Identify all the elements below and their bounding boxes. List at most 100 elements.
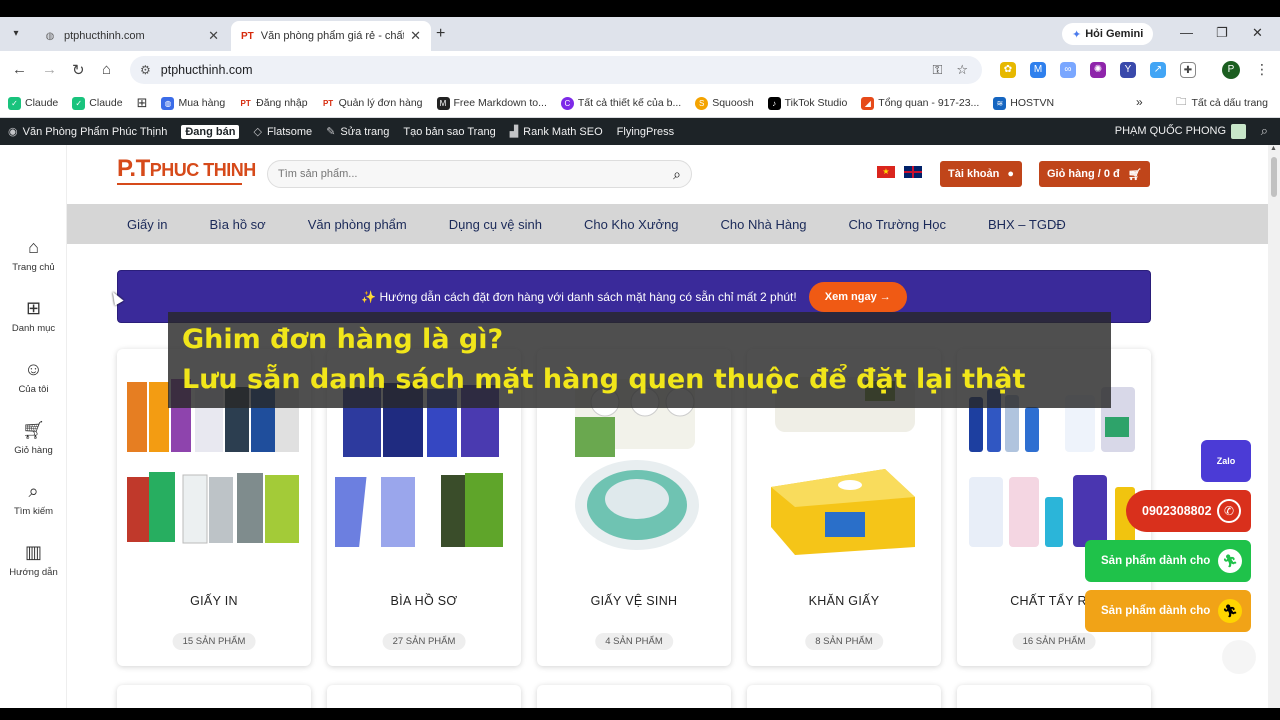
scroll-up-icon[interactable]: ▲ [1270,145,1277,152]
nav-item-bia-ho-so[interactable]: Bìa hồ sơ [209,217,265,232]
category-count: 8 SẢN PHẨM [805,633,883,650]
products-for-green-button[interactable]: Sản phẩm dành cho 🏃︎ [1085,540,1251,582]
cart-button[interactable]: Giỏ hàng / 0 đ 🛒︎ [1039,161,1150,187]
extension-icon[interactable]: M [1030,62,1046,78]
account-button[interactable]: Tài khoản ● [940,161,1022,187]
extension-icon[interactable]: ✺ [1090,62,1106,78]
extensions-puzzle-icon[interactable]: ✚ [1180,62,1196,78]
sidenav-item-cart[interactable]: 🛒︎ Giỏ hàng [0,420,67,456]
banner-text: ✨ Hướng dẫn cách đặt đơn hàng với danh s… [361,289,797,304]
bookmark-star-icon[interactable]: ☆ [956,62,968,78]
address-bar[interactable]: ⚙ ptphucthinh.com ⚿ ☆ [130,56,982,84]
site-logo[interactable]: P.TPHUC THINH [117,155,256,183]
home-icon[interactable]: ⌂ [102,61,111,78]
recaptcha-badge[interactable] [1222,640,1256,674]
more-bookmarks-icon[interactable]: » [1136,95,1143,109]
call-button[interactable]: 0902308802 ✆ [1126,490,1251,532]
ask-gemini-button[interactable]: ✦ Hỏi Gemini [1062,23,1154,45]
pt-favicon-icon: PT [322,98,334,108]
search-input[interactable] [278,168,674,180]
nav-item-dung-cu-ve-sinh[interactable]: Dụng cụ vệ sinh [449,217,542,232]
sidenav-item-search[interactable]: ⌕ Tìm kiếm [0,481,67,517]
bookmark-item[interactable]: C Tất cả thiết kế của b... [560,96,681,110]
extension-icon[interactable]: ↗ [1150,62,1166,78]
scrollbar-thumb[interactable] [1271,157,1277,197]
page-scrollbar[interactable]: ▲ ▼ [1268,145,1280,720]
zalo-chat-button[interactable]: Zalo [1201,440,1251,482]
menu-kebab-icon[interactable]: ⋮ [1255,61,1269,78]
products-for-orange-button[interactable]: Sản phẩm dành cho 🏃︎ [1085,590,1251,632]
browser-tab-1[interactable]: ◍ ptphucthinh.com ✕ [33,21,229,51]
tab-search-icon[interactable]: ▾ [7,25,25,43]
bookmark-item[interactable]: ♪ TikTok Studio [767,96,847,110]
extension-icon[interactable]: ✿ [1000,62,1016,78]
window-close-icon[interactable]: ✕ [1252,25,1263,41]
logo-sub: PHUC THINH [149,160,257,180]
gemini-icon: ✦ [1072,28,1082,41]
nav-item-cho-nha-hang[interactable]: Cho Nhà Hàng [721,217,807,232]
bookmark-item[interactable]: ✓ Claude [8,96,58,110]
sidenav-item-account[interactable]: ☺ Của tôi [0,359,67,395]
bookmark-item[interactable]: ✓ Claude [72,96,123,110]
sidenav-item-guide[interactable]: ▥ Hướng dẫn [0,542,67,578]
nav-item-cho-truong-hoc[interactable]: Cho Trường Học [849,217,946,232]
wp-user-name[interactable]: PHẠM QUỐC PHONG [1115,125,1226,137]
sidenav-item-home[interactable]: ⌂ Trang chủ [0,237,67,273]
top-black-bar [0,0,1280,17]
nav-item-giay-in[interactable]: Giấy in [127,217,167,232]
bookmark-item[interactable]: PT Đăng nhập [239,97,308,110]
nav-item-van-phong-pham[interactable]: Văn phòng phẩm [308,217,407,232]
wp-rank-math[interactable]: ▟ Rank Math SEO [510,125,603,139]
search-icon[interactable]: ⌕ [673,166,681,183]
extension-icon[interactable]: ∞ [1060,62,1076,78]
uk-flag-icon[interactable] [904,166,922,178]
search-icon[interactable]: ⌕ [1261,123,1268,139]
bookmark-item[interactable]: S Squoosh [695,96,754,110]
extension-icon[interactable]: Y [1120,62,1136,78]
wp-edit-page[interactable]: ✎ Sửa trang [326,125,390,139]
view-now-button[interactable]: Xem ngay → [808,281,907,312]
bookmark-item[interactable]: ≋ HOSTVN [993,96,1054,110]
dashboard-icon: ◉ [8,126,18,138]
wp-flyingpress[interactable]: FlyingPress [617,126,674,138]
bookmark-item[interactable]: PT Quản lý đơn hàng [322,97,423,110]
flatsome-icon: ◇ [253,126,262,138]
cart-icon: 🛒︎ [22,420,45,440]
nav-item-cho-kho-xuong[interactable]: Cho Kho Xưởng [584,217,679,232]
avatar[interactable] [1231,124,1246,139]
all-bookmarks-folder[interactable]: 🗀 Tất cả dấu trang [1176,94,1268,112]
bookmark-item[interactable]: M Free Markdown to... [436,96,547,110]
squoosh-icon: S [695,96,709,110]
caption-line-1: Ghim đơn hàng là gì? [182,324,504,355]
maximize-icon[interactable]: ❐ [1216,25,1228,41]
bookmark-label: Quản lý đơn hàng [338,97,423,109]
wp-site-name[interactable]: ◉ Văn Phòng Phẩm Phúc Thịnh [8,125,167,139]
reload-icon[interactable]: ↻ [72,61,85,79]
password-key-icon[interactable]: ⚿ [932,62,942,78]
back-icon[interactable]: ← [12,61,27,78]
nav-item-bhx-tgdd[interactable]: BHX – TGDĐ [988,217,1066,232]
web-page: ⌂ Trang chủ ⊞ Danh mục ☺ Của tôi 🛒︎ Giỏ hàng… [0,145,1268,720]
profile-avatar[interactable]: P [1222,61,1240,79]
wp-flatsome[interactable]: ◇ Flatsome [253,125,312,139]
wp-duplicate-page[interactable]: Tạo bản sao Trang [403,126,495,138]
status-badge[interactable]: Đang bán [181,124,240,139]
pencil-icon: ✎ [326,126,336,138]
browser-tab-2[interactable]: PT Văn phòng phẩm giá rẻ - chất lượng ✕ [231,21,431,51]
new-tab-icon[interactable]: + [436,25,445,43]
close-icon[interactable]: ✕ [208,28,219,44]
vietnam-flag-icon[interactable]: ★ [877,166,895,178]
bookmark-item[interactable]: ◍ Mua hàng [161,96,226,110]
site-info-icon[interactable]: ⚙ [140,63,151,77]
browser-toolbar: ← → ↻ ⌂ ⚙ ptphucthinh.com ⚿ ☆ ✿ M ∞ ✺ Y … [0,51,1280,89]
claude-icon: ✓ [72,96,86,110]
forward-icon[interactable]: → [42,61,57,78]
tiktok-icon: ♪ [767,96,781,110]
close-icon[interactable]: ✕ [410,28,421,44]
bookmark-item[interactable]: ◢ Tổng quan - 917-23... [861,96,979,110]
bookmark-label: Mua hàng [178,97,226,109]
apps-grid-icon[interactable]: ⊞ [137,95,148,111]
wp-item-label: Sửa trang [340,125,390,138]
minimize-icon[interactable]: — [1180,25,1193,40]
sidenav-item-categories[interactable]: ⊞ Danh mục [0,298,67,334]
